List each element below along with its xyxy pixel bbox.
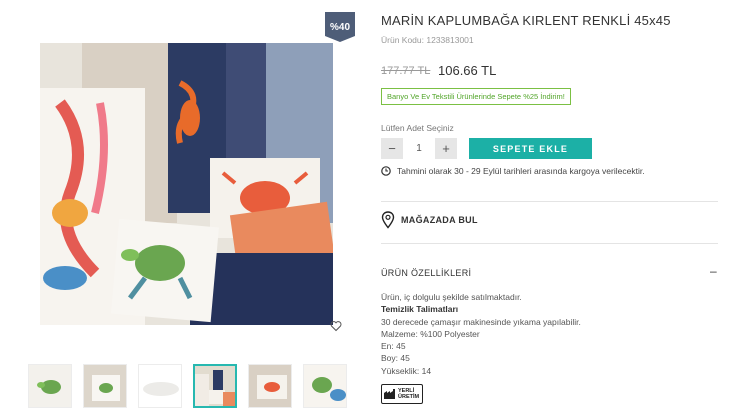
thumbnail-active[interactable]: [193, 364, 237, 408]
clock-icon: [381, 166, 391, 176]
thumbnail[interactable]: [303, 364, 347, 408]
quantity-label: Lütfen Adet Seçiniz: [381, 123, 454, 133]
quantity-stepper: − 1 +: [381, 138, 457, 159]
heart-icon[interactable]: [330, 320, 342, 332]
collapse-toggle-icon[interactable]: –: [710, 264, 717, 278]
thumbnail[interactable]: [28, 364, 72, 408]
features-heading[interactable]: ÜRÜN ÖZELLİKLERİ: [381, 268, 471, 278]
thumbnail[interactable]: [248, 364, 292, 408]
product-code: Ürün Kodu: 1233813001: [381, 35, 474, 45]
thumbnail-gallery: [24, 364, 354, 408]
promo-badge: Banyo Ve Ev Tekstili Ürünlerinde Sepete …: [381, 88, 571, 105]
quantity-input[interactable]: 1: [403, 143, 435, 154]
find-in-store-button[interactable]: MAĞAZADA BUL: [381, 211, 478, 229]
badge-line-2: ÜRETİM: [398, 394, 420, 400]
material: Malzeme: %100 Polyester: [381, 328, 480, 339]
care-instructions: 30 derecede çamaşır makinesinde yıkama y…: [381, 316, 581, 327]
dimension-length: Boy: 45: [381, 353, 410, 364]
increment-button[interactable]: +: [435, 138, 457, 159]
decrement-button[interactable]: −: [381, 138, 403, 159]
find-in-store-label: MAĞAZADA BUL: [401, 215, 478, 225]
dimension-width: En: 45: [381, 341, 406, 352]
factory-icon: [384, 389, 395, 399]
local-production-badge: YERLİ ÜRETİM: [381, 384, 423, 404]
discount-badge: %40: [325, 12, 355, 42]
product-title: MARİN KAPLUMBAĞA KIRLENT RENKLİ 45x45: [381, 13, 671, 28]
shipping-info: Tahmini olarak 30 - 29 Eylül tarihleri a…: [381, 166, 645, 176]
thumbnail[interactable]: [138, 364, 182, 408]
features-content: Ürün, iç dolgulu şekilde satılmaktadır. …: [381, 291, 581, 377]
care-title: Temizlik Talimatları: [381, 304, 459, 315]
add-to-cart-button[interactable]: SEPETE EKLE: [469, 138, 592, 159]
divider: [381, 201, 718, 202]
product-photo: [40, 43, 333, 325]
product-main-image[interactable]: [40, 43, 333, 325]
shipping-text: Tahmini olarak 30 - 29 Eylül tarihleri a…: [397, 166, 645, 176]
feature-description: Ürün, iç dolgulu şekilde satılmaktadır.: [381, 292, 522, 302]
thumbnail[interactable]: [83, 364, 127, 408]
divider: [381, 243, 718, 244]
old-price: 177.77 TL: [381, 65, 431, 77]
dimension-height: Yükseklik: 14: [381, 365, 432, 376]
map-pin-icon: [381, 211, 395, 229]
new-price: 106.66 TL: [438, 63, 497, 78]
